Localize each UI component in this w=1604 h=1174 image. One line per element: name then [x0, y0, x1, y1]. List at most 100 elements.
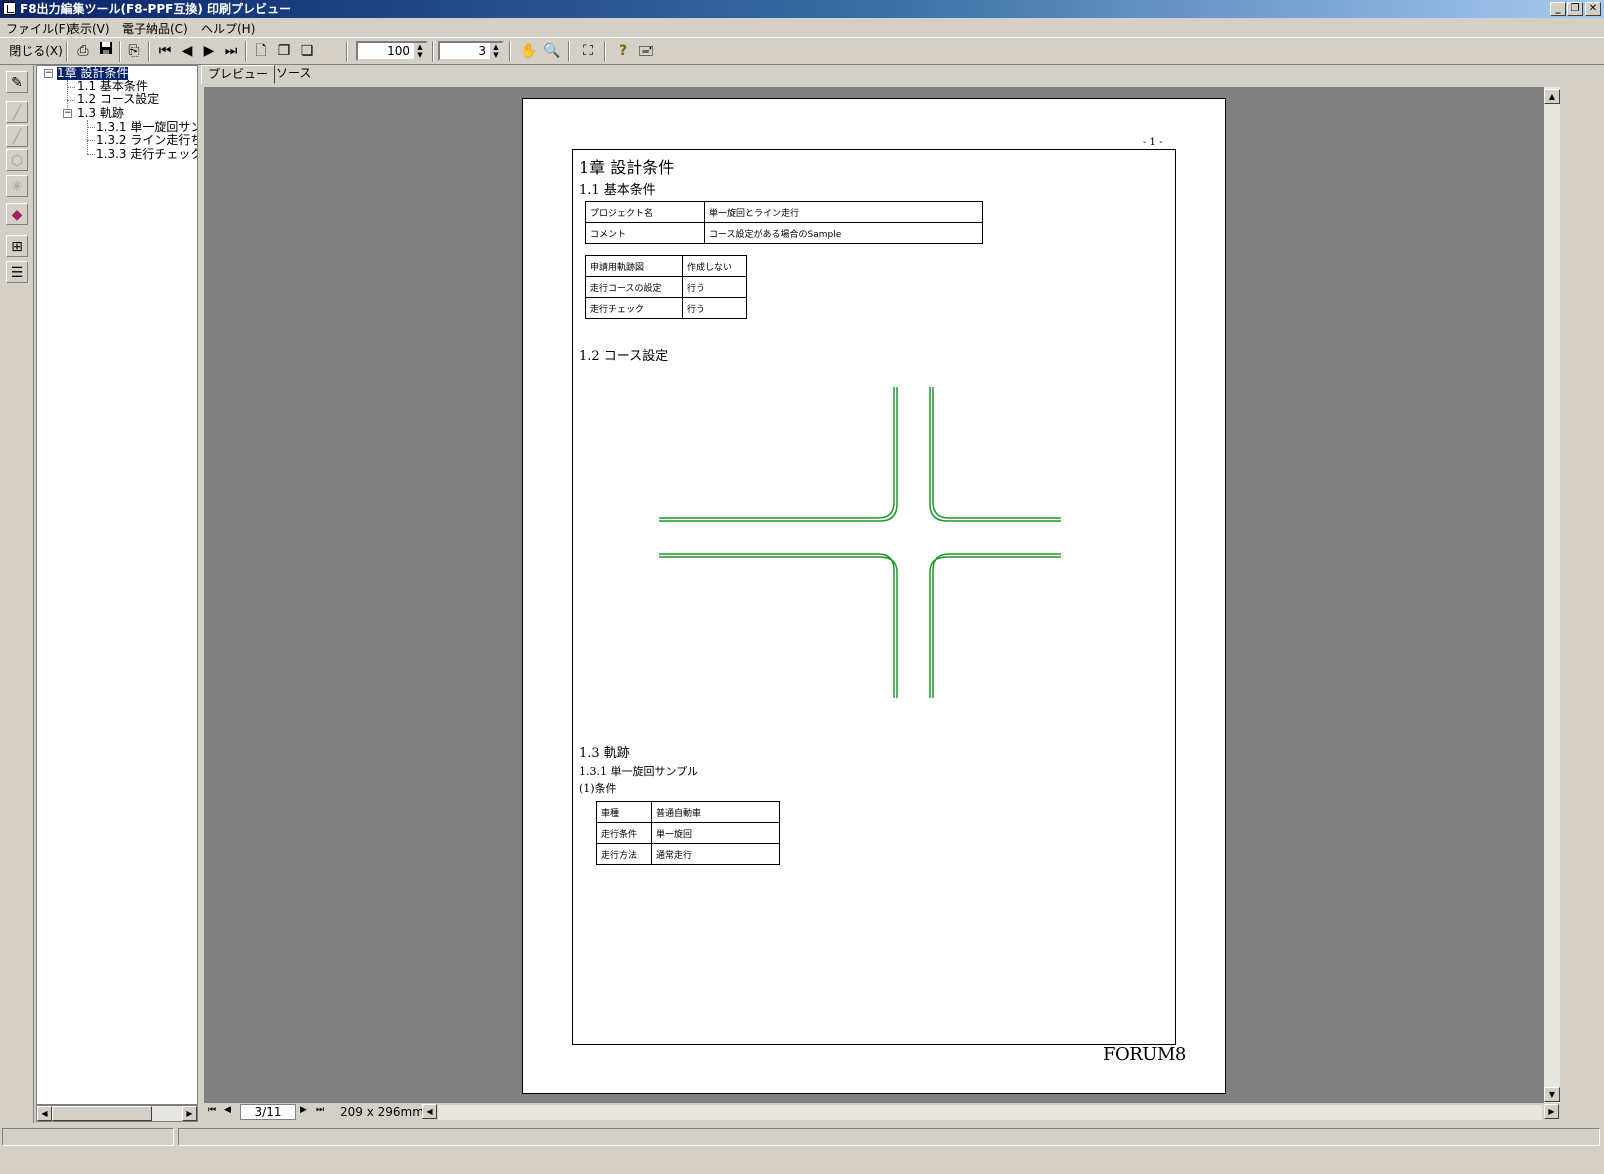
menu-electronic-delivery[interactable]: 電子納品(C) [122, 20, 188, 37]
page-indicator-field[interactable]: 3/11 [240, 1104, 296, 1120]
section-1-3-1-title: 1.3.1 単一旋回サンプル [579, 765, 699, 778]
table-row: 走行コースの設定 行う [585, 276, 747, 298]
tree-line [87, 140, 95, 141]
table-cell: 通常走行 [651, 843, 780, 865]
page-navigation-bar: ⏮ ◀ 3/11 ▶ ⏭ 209 x 296mm ◀ ▶ [204, 1103, 1560, 1122]
tree-line [87, 120, 88, 154]
vehicle-conditions-table: 車種 普通自動車 走行条件 単一旋回 走行方法 通常走行 [596, 801, 780, 865]
menu-file[interactable]: ファイル(F) [6, 20, 70, 37]
two-page-icon[interactable]: ❐ [273, 41, 295, 62]
multi-page-icon[interactable]: ❏ [296, 41, 318, 62]
toolbar-separator [432, 41, 434, 62]
last-page-nav-icon[interactable]: ⏭ [316, 1105, 324, 1115]
status-panel [2, 1128, 174, 1146]
scroll-left-icon[interactable]: ◀ [422, 1104, 437, 1119]
copy-page-icon[interactable]: ⎘ [123, 41, 145, 62]
spin-arrows-icon[interactable]: ▲ ▼ [414, 43, 426, 59]
tab-source[interactable]: ソース [270, 65, 317, 84]
next-page-icon[interactable]: ▶ [198, 41, 220, 62]
preview-vertical-scrollbar[interactable]: ▲ ▼ [1544, 87, 1560, 1103]
prev-page-nav-icon[interactable]: ◀ [224, 1105, 231, 1115]
scroll-left-icon[interactable]: ◀ [37, 1106, 52, 1121]
collapse-icon[interactable]: − [63, 109, 72, 118]
menu-view[interactable]: 表示(V) [68, 20, 110, 37]
app-icon [3, 2, 16, 15]
table-cell: 車種 [596, 801, 652, 823]
settings-table: 申請用軌跡図 作成しない 走行コースの設定 行う 走行チェック 行う [585, 255, 747, 319]
hand-pan-icon[interactable]: ✋ [518, 41, 540, 62]
spin-arrows-icon[interactable]: ▲ ▼ [490, 43, 502, 59]
tree-horizontal-scrollbar[interactable]: ◀ ▶ [36, 1105, 198, 1122]
tree-node-1-3-2[interactable]: 1.3.2 ライン走行ち [96, 134, 197, 147]
document-page: - 1 - 1章 設計条件 1.1 基本条件 プロジェクト名 単一旋回とライン走… [522, 98, 1226, 1094]
single-page-icon[interactable]: 🗋 [250, 41, 272, 62]
next-page-nav-icon[interactable]: ▶ [300, 1105, 307, 1115]
tree-node-1-3[interactable]: 1.3 軌跡 [77, 107, 124, 120]
tree-icon[interactable]: ⊞ [6, 235, 28, 257]
tree-line [87, 154, 95, 155]
page-number: - 1 - [1143, 137, 1163, 148]
fit-page-icon[interactable]: ⛶ [577, 41, 599, 62]
status-panel [178, 1128, 1600, 1146]
toolbar-separator [568, 41, 570, 62]
toolbar-separator [604, 41, 606, 62]
window-title: F8出力編集ツール(F8-PPF互換) 印刷プレビュー [20, 2, 292, 16]
toolbar-separator [148, 41, 150, 62]
scroll-right-icon[interactable]: ▶ [1544, 1104, 1559, 1119]
toolbar-separator [509, 41, 511, 62]
table-cell: 走行条件 [596, 822, 652, 844]
pen-icon[interactable]: ✎ [6, 71, 28, 93]
chapter-title: 1章 設計条件 [579, 158, 675, 177]
table-cell: 行う [682, 297, 747, 319]
left-tool-strip: ✎ ╱ ╱ ⬡ ✳ ◆ ⊞ ☰ [0, 65, 34, 1123]
print-icon[interactable]: ⎙ [72, 41, 94, 62]
table-row: コメント コース設定がある場合のSample [585, 222, 983, 244]
scroll-right-icon[interactable]: ▶ [182, 1106, 197, 1121]
course-intersection-drawing [659, 387, 1061, 698]
tab-preview[interactable]: プレビュー [201, 65, 276, 84]
line-icon: ╱ [6, 101, 28, 123]
status-bar [0, 1124, 1604, 1174]
scroll-down-icon[interactable]: ▼ [1544, 1087, 1560, 1102]
table-cell: コース設定がある場合のSample [704, 222, 983, 244]
save-icon[interactable] [95, 41, 117, 62]
close-window-button[interactable]: ✕ [1585, 2, 1601, 16]
tree-node-1-3-3[interactable]: 1.3.3 走行チェック [96, 148, 197, 161]
restore-button[interactable]: ❐ [1567, 2, 1583, 16]
menu-help[interactable]: ヘルプ(H) [201, 20, 255, 37]
horizontal-scroll-track[interactable] [438, 1105, 1542, 1120]
table-cell: 走行コースの設定 [585, 276, 683, 298]
collapse-icon[interactable]: − [44, 69, 53, 78]
toolbar-separator [66, 41, 68, 62]
close-preview-button[interactable]: 閉じる(X) [8, 41, 64, 62]
subsection-conditions-title: (1)条件 [579, 782, 617, 795]
table-cell: コメント [585, 222, 705, 244]
line2-icon: ╱ [6, 125, 28, 147]
paint-icon[interactable]: ◆ [6, 203, 28, 225]
list-icon[interactable]: ☰ [6, 261, 28, 283]
tree-line [87, 127, 95, 128]
minimize-button[interactable]: _ [1550, 2, 1566, 16]
info-card-icon[interactable]: 🖃 [635, 41, 657, 62]
menu-bar: ファイル(F) 表示(V) 電子納品(C) ヘルプ(H) [0, 18, 1604, 37]
scroll-thumb[interactable] [52, 1106, 152, 1121]
tree-line [67, 100, 75, 101]
tree-node-1-2[interactable]: 1.2 コース設定 [77, 93, 159, 106]
zoom-spinner[interactable]: 100 ▲ ▼ [356, 41, 428, 61]
title-bar: F8出力編集ツール(F8-PPF互換) 印刷プレビュー _ ❐ ✕ [0, 0, 1604, 18]
toolbar-separator [346, 41, 348, 62]
preview-area[interactable]: - 1 - 1章 設計条件 1.1 基本条件 プロジェクト名 単一旋回とライン走… [204, 87, 1560, 1103]
magnifier-icon[interactable]: 🔍 [541, 41, 563, 62]
last-page-icon[interactable]: ⏭ [220, 41, 242, 62]
road-lines [659, 387, 1061, 698]
prev-page-icon[interactable]: ◀ [176, 41, 198, 62]
section-1-3-title: 1.3 軌跡 [579, 746, 630, 761]
first-page-nav-icon[interactable]: ⏮ [208, 1105, 216, 1115]
outline-tree[interactable]: − 1章 設計条件 1.1 基本条件 1.2 コース設定 − 1.3 軌跡 1.… [36, 65, 198, 1105]
table-cell: 単一旋回 [651, 822, 780, 844]
table-row: 申請用軌跡図 作成しない [585, 255, 747, 277]
help-icon[interactable]: ? [612, 41, 634, 62]
page-count-spinner[interactable]: 3 ▲ ▼ [438, 41, 504, 61]
first-page-icon[interactable]: ⏮ [154, 41, 176, 62]
scroll-up-icon[interactable]: ▲ [1544, 89, 1560, 104]
